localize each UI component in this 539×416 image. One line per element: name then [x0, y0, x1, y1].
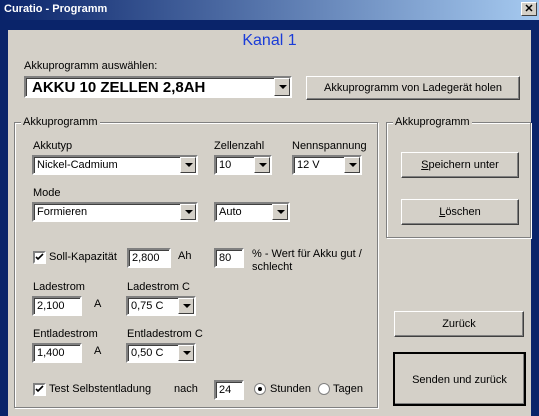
- fetch-program-button[interactable]: Akkuprogramm von Ladegerät holen: [306, 76, 520, 100]
- radio-tagen-label: Tagen: [333, 383, 363, 395]
- program-select-label: Akkuprogramm auswählen:: [24, 60, 158, 72]
- chevron-down-icon[interactable]: [274, 78, 290, 96]
- window-title: Curatio - Programm: [4, 3, 108, 15]
- chevron-down-icon[interactable]: [178, 345, 194, 361]
- entladestrom-c-value: 0,50 C: [131, 347, 164, 359]
- zellenzahl-label: Zellenzahl: [214, 140, 265, 152]
- nennspannung-value: 12 V: [297, 159, 320, 171]
- title-bar: Curatio - Programm ✕: [0, 0, 539, 20]
- percent-label-1: % - Wert für Akku gut /: [252, 248, 362, 260]
- radio-stunden[interactable]: [254, 383, 266, 395]
- ladestrom-input[interactable]: 2,100: [32, 296, 82, 316]
- program-select[interactable]: AKKU 10 ZELLEN 2,8AH: [24, 76, 292, 98]
- close-icon[interactable]: ✕: [521, 2, 537, 16]
- channel-title: Kanal 1: [8, 30, 531, 52]
- akkutyp-label: Akkutyp: [33, 140, 73, 152]
- entladestrom-unit: A: [94, 345, 102, 357]
- ladestrom-unit: A: [94, 298, 102, 310]
- akkutyp-select[interactable]: Nickel-Cadmium: [32, 155, 198, 175]
- delete-button[interactable]: Löschen: [401, 199, 519, 225]
- auto-value: Auto: [219, 206, 242, 218]
- entladestrom-value: 1,400: [37, 347, 65, 359]
- mode-label: Mode: [33, 187, 61, 199]
- mode-select[interactable]: Formieren: [32, 202, 198, 222]
- entladestrom-label: Entladestrom: [33, 328, 98, 340]
- percent-value: 80: [219, 252, 232, 264]
- zellenzahl-select[interactable]: 10: [214, 155, 272, 175]
- save-label-rest: peichern unter: [428, 159, 499, 171]
- ladestrom-c-value: 0,75 C: [131, 300, 164, 312]
- ladestrom-label: Ladestrom: [33, 281, 85, 293]
- soll-unit: Ah: [178, 250, 192, 262]
- entladestrom-input[interactable]: 1,400: [32, 343, 82, 363]
- auto-select[interactable]: Auto: [214, 202, 290, 222]
- nennspannung-label: Nennspannung: [292, 140, 367, 152]
- ladestrom-c-label: Ladestrom C: [127, 281, 190, 293]
- akkutyp-value: Nickel-Cadmium: [37, 159, 118, 171]
- side-group-legend: Akkuprogramm: [393, 116, 472, 128]
- ladestrom-c-select[interactable]: 0,75 C: [126, 296, 196, 316]
- entladestrom-c-label: Entladestrom C: [127, 328, 203, 340]
- chevron-down-icon[interactable]: [254, 157, 270, 173]
- ladestrom-value: 2,100: [37, 300, 65, 312]
- check-icon: [35, 385, 44, 393]
- nennspannung-select[interactable]: 12 V: [292, 155, 362, 175]
- test-checkbox-label: Test Selbstentladung: [49, 383, 152, 395]
- nach-label: nach: [174, 383, 198, 395]
- back-button[interactable]: Zurück: [394, 311, 524, 337]
- test-checkbox[interactable]: [33, 383, 46, 396]
- mode-value: Formieren: [37, 206, 88, 218]
- chevron-down-icon[interactable]: [180, 204, 196, 220]
- soll-capacity-input[interactable]: 2,800: [127, 248, 171, 268]
- chevron-down-icon[interactable]: [344, 157, 360, 173]
- check-icon: [35, 253, 44, 261]
- nach-value: 24: [219, 384, 232, 396]
- percent-label-2: schlecht: [252, 261, 293, 273]
- soll-checkbox[interactable]: [33, 251, 46, 264]
- soll-capacity-value: 2,800: [132, 252, 160, 264]
- chevron-down-icon[interactable]: [178, 298, 194, 314]
- save-as-button[interactable]: Speichern unter: [401, 152, 519, 178]
- chevron-down-icon[interactable]: [180, 157, 196, 173]
- entladestrom-c-select[interactable]: 0,50 C: [126, 343, 196, 363]
- percent-input[interactable]: 80: [214, 248, 244, 268]
- radio-stunden-label: Stunden: [270, 383, 311, 395]
- program-select-value: AKKU 10 ZELLEN 2,8AH: [32, 79, 206, 96]
- nach-input[interactable]: 24: [214, 380, 244, 400]
- program-group-legend: Akkuprogramm: [21, 116, 100, 128]
- chevron-down-icon[interactable]: [272, 204, 288, 220]
- delete-label-rest: öschen: [445, 206, 481, 218]
- send-and-back-button[interactable]: Senden und zurück: [393, 352, 526, 406]
- zellenzahl-value: 10: [219, 159, 232, 171]
- soll-checkbox-label: Soll-Kapazität: [49, 251, 117, 263]
- save-accel: S: [421, 159, 429, 171]
- radio-tagen[interactable]: [318, 383, 330, 395]
